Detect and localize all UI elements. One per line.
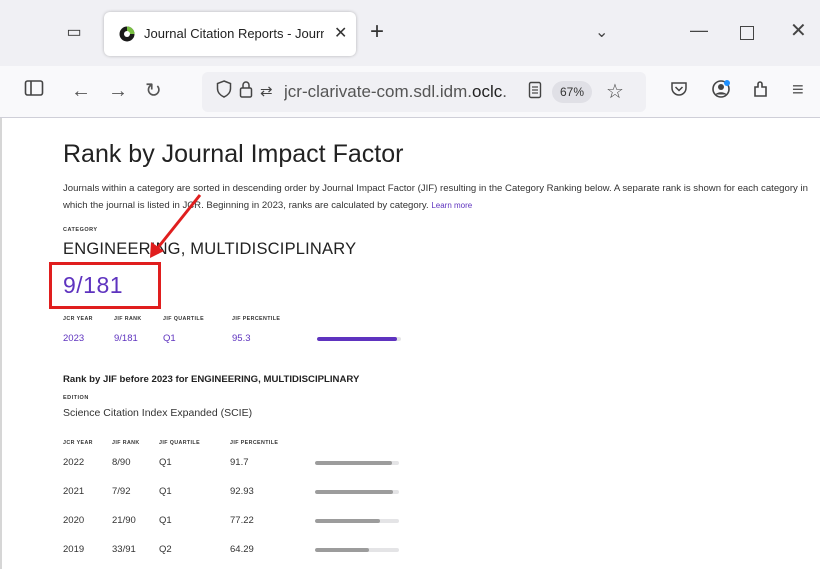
clarivate-favicon-icon bbox=[119, 26, 135, 42]
current-percentile-bar-fill bbox=[317, 337, 398, 341]
tab-title: Journal Citation Reports - Journ bbox=[144, 26, 324, 41]
current-rank: 9/181 bbox=[114, 333, 138, 344]
browser-tab-strip: ▭ Journal Citation Reports - Journ ✕ + ⌄… bbox=[0, 0, 820, 66]
history-percentile-bar bbox=[315, 519, 399, 523]
permissions-icon[interactable]: ⇄ bbox=[260, 82, 273, 100]
zoom-level-badge[interactable]: 67% bbox=[552, 81, 593, 103]
description-text: Journals within a category are sorted in… bbox=[63, 180, 820, 214]
close-window-icon[interactable]: ✕ bbox=[790, 18, 807, 43]
history-year: 2021 bbox=[63, 486, 85, 497]
reload-icon[interactable]: ↻ bbox=[145, 80, 162, 102]
history-percentile: 92.93 bbox=[230, 486, 254, 497]
history-rank: 21/90 bbox=[112, 515, 136, 526]
minimize-window-icon[interactable]: — bbox=[690, 20, 708, 41]
history-percentile: 64.29 bbox=[230, 544, 254, 555]
history-percentile-bar-fill bbox=[315, 548, 369, 552]
edition-label: EDITION bbox=[63, 395, 89, 401]
history-quartile: Q2 bbox=[159, 544, 172, 555]
header-jif-percentile: JIF PERCENTILE bbox=[232, 316, 281, 322]
history-quartile: Q1 bbox=[159, 486, 172, 497]
maximize-window-icon[interactable] bbox=[740, 26, 754, 40]
history-percentile-bar bbox=[315, 548, 399, 552]
back-arrow-icon[interactable]: ← bbox=[71, 80, 91, 102]
close-tab-icon[interactable]: ✕ bbox=[334, 23, 347, 43]
current-percentile-bar bbox=[317, 337, 401, 341]
history-header-jif-rank: JIF RANK bbox=[112, 440, 140, 446]
current-percentile: 95.3 bbox=[232, 333, 251, 344]
history-year: 2019 bbox=[63, 544, 85, 555]
pocket-icon[interactable] bbox=[670, 80, 688, 103]
history-percentile-bar bbox=[315, 490, 399, 494]
history-percentile-bar-fill bbox=[315, 519, 380, 523]
current-year: 2023 bbox=[63, 333, 85, 344]
learn-more-link[interactable]: Learn more bbox=[431, 201, 472, 210]
annotation-highlight-box bbox=[49, 262, 161, 309]
shield-icon[interactable] bbox=[216, 80, 232, 103]
address-bar[interactable]: ⇄ jcr-clarivate-com.sdl.idm.oclc. 67% ☆ bbox=[202, 72, 646, 112]
history-percentile-bar-fill bbox=[315, 461, 393, 465]
category-name: ENGINEERING, MULTIDISCIPLINARY bbox=[63, 240, 357, 258]
history-percentile: 77.22 bbox=[230, 515, 254, 526]
tab-overview-icon[interactable]: ▭ bbox=[64, 24, 84, 42]
history-year: 2022 bbox=[63, 457, 85, 468]
menu-icon[interactable]: ≡ bbox=[792, 79, 804, 101]
category-label: CATEGORY bbox=[63, 227, 98, 233]
sidebar-toggle-icon[interactable] bbox=[24, 79, 44, 102]
url-text[interactable]: jcr-clarivate-com.sdl.idm.oclc. bbox=[284, 82, 522, 102]
history-percentile: 91.7 bbox=[230, 457, 249, 468]
header-jcr-year: JCR YEAR bbox=[63, 316, 93, 322]
lock-icon[interactable] bbox=[239, 80, 253, 103]
chevron-down-icon[interactable]: ⌄ bbox=[595, 22, 608, 42]
history-year: 2020 bbox=[63, 515, 85, 526]
current-quartile: Q1 bbox=[163, 333, 176, 344]
history-quartile: Q1 bbox=[159, 457, 172, 468]
history-rank: 8/90 bbox=[112, 457, 131, 468]
history-header-jif-quartile: JIF QUARTILE bbox=[159, 440, 200, 446]
bookmark-star-icon[interactable]: ☆ bbox=[606, 79, 624, 104]
edition-value: Science Citation Index Expanded (SCIE) bbox=[63, 407, 253, 419]
browser-toolbar: ← → ↻ ⇄ jcr-clarivate-com.sdl.idm.oclc. … bbox=[0, 66, 820, 118]
page-viewport: Rank by Journal Impact Factor Journals w… bbox=[0, 118, 820, 569]
history-rank: 33/91 bbox=[112, 544, 136, 555]
browser-tab-active[interactable]: Journal Citation Reports - Journ ✕ bbox=[104, 12, 356, 56]
history-header-jif-percentile: JIF PERCENTILE bbox=[230, 440, 279, 446]
header-jif-quartile: JIF QUARTILE bbox=[163, 316, 204, 322]
new-tab-button[interactable]: + bbox=[370, 18, 384, 46]
extensions-icon[interactable] bbox=[752, 79, 770, 104]
history-rank: 7/92 bbox=[112, 486, 131, 497]
account-icon[interactable] bbox=[711, 79, 731, 104]
header-jif-rank: JIF RANK bbox=[114, 316, 142, 322]
history-percentile-bar-fill bbox=[315, 490, 394, 494]
history-heading: Rank by JIF before 2023 for ENGINEERING,… bbox=[63, 374, 360, 385]
forward-arrow-icon[interactable]: → bbox=[108, 80, 128, 102]
history-header-jcr-year: JCR YEAR bbox=[63, 440, 93, 446]
history-percentile-bar bbox=[315, 461, 399, 465]
history-quartile: Q1 bbox=[159, 515, 172, 526]
reader-view-icon[interactable] bbox=[528, 81, 542, 104]
page-title: Rank by Journal Impact Factor bbox=[63, 140, 404, 168]
